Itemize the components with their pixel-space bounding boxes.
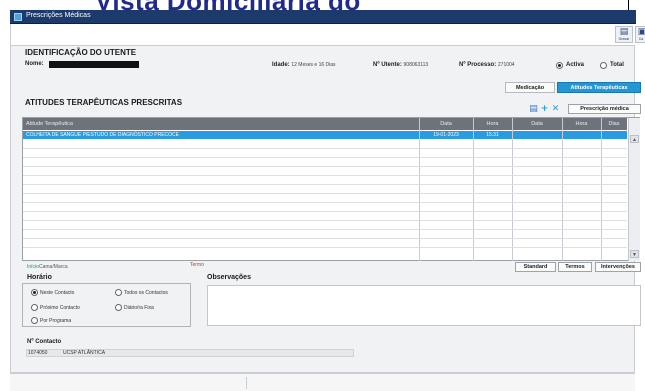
horario-title: Horário	[27, 274, 52, 281]
name-label: Nome:	[25, 61, 44, 67]
processo-label: Nº Processo:	[459, 62, 497, 68]
contacto-field[interactable]: 1074050 UCSP ATLÂNTICA	[26, 349, 354, 357]
scroll-down-arrow[interactable]: ▼	[630, 250, 639, 258]
contacto-unit: UCSP ATLÂNTICA	[63, 350, 106, 356]
tab-medicacao[interactable]: Medicação	[505, 82, 555, 93]
horario-proximo-contacto-radio[interactable]	[31, 304, 38, 311]
col-hora-fim[interactable]: Hora	[562, 118, 601, 130]
utente-label: Nº Utente:	[373, 62, 402, 68]
grid-row-line	[23, 229, 627, 230]
grid-row-line	[23, 184, 627, 185]
atitudes-section-title: ATITUDES TERAPÊUTICAS PRESCRITAS	[25, 98, 183, 107]
horario-por-programa-label: Por Programa	[40, 318, 72, 324]
horario-todos-contactos-radio[interactable]	[115, 289, 122, 296]
filter-activa-label: Activa	[566, 62, 585, 68]
table-row[interactable]: COLHEITA DE SANGUE P/ESTUDO DE DIAGNÓSTI…	[23, 131, 627, 139]
table-header: Atitude Terapêutica Data Hora Data Hora …	[23, 118, 627, 130]
horario-por-programa-radio[interactable]	[31, 317, 38, 324]
legend-inicio-desc: Cama/Marca	[39, 264, 68, 270]
grid-row-line	[23, 175, 627, 176]
close-icon: ▣	[637, 27, 645, 37]
toolbar: ▤ Gravar ▣ Ca	[10, 24, 645, 45]
legend-inicio: Início	[27, 264, 39, 270]
grid-row-line	[23, 157, 627, 158]
tab-atitudes-terapeuticas[interactable]: Atitudes Terapêuticas	[557, 82, 641, 93]
close-label: Ca	[638, 37, 644, 41]
utente-field: Nº Utente: 908063113	[373, 62, 428, 68]
horario-todos-contactos-label: Todos os Contactos	[124, 290, 168, 296]
intervencoes-button[interactable]: Intervenções	[595, 262, 641, 272]
close-button[interactable]: ▣ Ca	[635, 26, 645, 43]
grid-line	[473, 118, 474, 261]
contacto-number: 1074050	[28, 350, 48, 356]
save-button[interactable]: ▤ Gravar	[615, 26, 633, 43]
save-label: Gravar	[618, 37, 630, 41]
app-icon	[14, 13, 22, 21]
col-atitude[interactable]: Atitude Terapêutica	[23, 118, 419, 130]
observacoes-textarea[interactable]	[207, 285, 641, 326]
grid-line	[562, 118, 563, 261]
grid-row-line	[23, 166, 627, 167]
window-title: Prescrições Médicas	[26, 12, 91, 19]
grid-row-line	[23, 220, 627, 221]
col-hora[interactable]: Hora	[473, 118, 512, 130]
plus-icon[interactable]: +	[540, 105, 549, 114]
col-dias[interactable]: Dias	[601, 118, 627, 130]
filter-total-radio[interactable]	[600, 62, 607, 69]
grid-row-line	[23, 247, 627, 248]
observacoes-title: Observações	[207, 274, 251, 281]
horario-diaria-fixa-label: Diário/ra Fixa	[124, 305, 154, 311]
window-edge	[628, 0, 645, 10]
delete-icon[interactable]: ✕	[551, 105, 560, 114]
utente-value: 908063113	[403, 62, 429, 68]
grid-row-line	[23, 211, 627, 212]
grid-row-line	[23, 238, 627, 239]
grid-line	[601, 118, 602, 261]
filter-total-label: Total	[610, 62, 624, 68]
scroll-up-arrow[interactable]: ▲	[630, 135, 639, 143]
col-data-fim[interactable]: Data	[512, 118, 562, 130]
col-data[interactable]: Data	[419, 118, 473, 130]
horario-neste-contacto-label: Neste Contacto	[40, 290, 75, 296]
grid-row-line	[23, 193, 627, 194]
atitudes-table: Atitude Terapêutica Data Hora Data Hora …	[22, 117, 640, 261]
grid-row-line	[23, 148, 627, 149]
patient-section-title: IDENTIFICAÇÃO DO UTENTE	[25, 48, 137, 57]
processo-value: 271004	[497, 62, 515, 68]
app-root: Prescrições Médicas Vista Domiciliária d…	[0, 0, 645, 391]
age-field: Idade: 12 Meses e 16 Dias	[272, 62, 336, 68]
overlay-heading: Vista Domiciliária do	[95, 0, 361, 16]
grid-line	[512, 118, 513, 261]
age-value: 12 Meses e 16 Dias	[291, 62, 336, 68]
processo-field: Nº Processo: 271004	[459, 62, 515, 68]
legend-termo: Termo	[190, 262, 204, 268]
cell-data: 19-01-2023	[433, 132, 459, 138]
horario-proximo-contacto-label: Próximo Contacto	[40, 305, 80, 311]
horario-diaria-fixa-radio[interactable]	[115, 304, 122, 311]
horario-group: Neste Contacto Todos os Contactos Próxim…	[22, 283, 191, 327]
save-icon: ▤	[619, 27, 629, 37]
cell-atitude: COLHEITA DE SANGUE P/ESTUDO DE DIAGNÓSTI…	[26, 132, 179, 138]
horario-neste-contacto-radio[interactable]	[31, 289, 38, 296]
table-scrollbar[interactable]: ▲ ▼	[628, 118, 640, 261]
contacto-label: Nº Contacto	[27, 339, 62, 345]
new-document-icon[interactable]: ▤	[529, 105, 538, 114]
cell-hora: 15:31	[486, 132, 499, 138]
standard-button[interactable]: Standard	[515, 262, 556, 272]
termos-button[interactable]: Termos	[558, 262, 592, 272]
filter-activa-radio[interactable]	[556, 62, 563, 69]
prescricao-medica-button[interactable]: Prescrição médica	[568, 104, 641, 114]
grid-line	[419, 118, 420, 261]
age-label: Idade:	[272, 62, 290, 68]
grid-row-line	[23, 202, 627, 203]
patient-name-redacted	[49, 61, 139, 68]
status-separator	[246, 377, 247, 389]
status-bar	[10, 373, 635, 391]
